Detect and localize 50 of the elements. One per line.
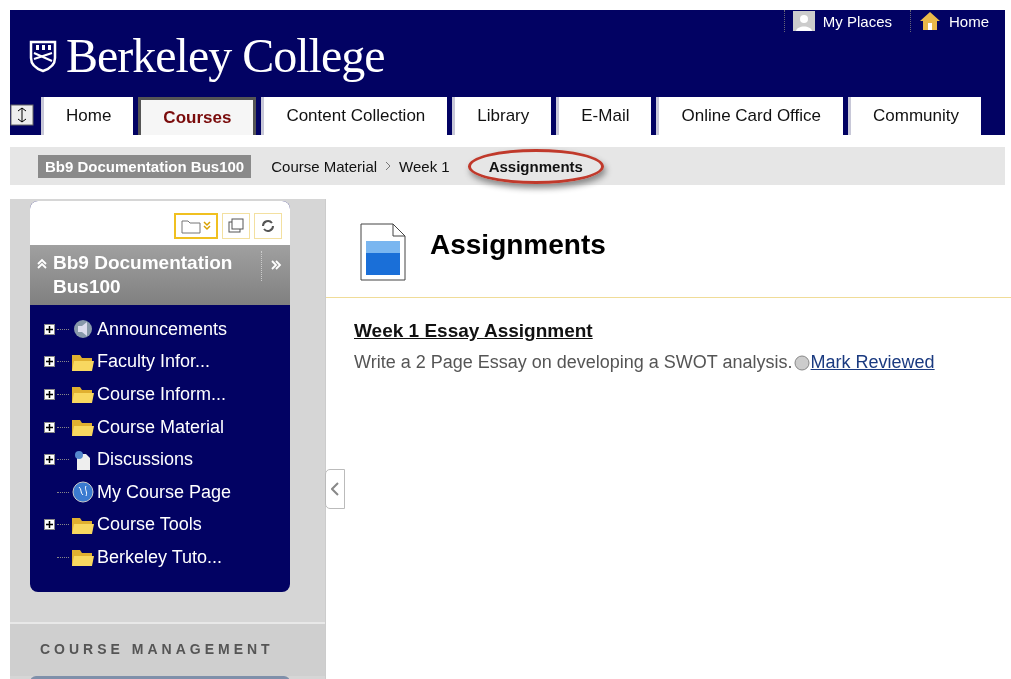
globe-icon: [71, 481, 95, 504]
collapse-icon[interactable]: [36, 258, 48, 270]
chevron-icon: [331, 482, 339, 496]
menu-item[interactable]: Course Material: [97, 416, 225, 438]
chevron-icon: [385, 161, 392, 171]
plus-icon[interactable]: [44, 356, 55, 368]
menu-item[interactable]: Course Inform...: [97, 384, 227, 405]
nav-tab[interactable]: Content Collection: [261, 97, 448, 135]
top-link[interactable]: Home: [910, 10, 997, 32]
current-crumb: Assignments: [467, 148, 604, 184]
circle-icon: [793, 354, 810, 371]
top-link[interactable]: My Places: [783, 10, 900, 32]
collapse-button[interactable]: [325, 469, 345, 509]
nav-tab[interactable]: Courses: [138, 97, 257, 135]
refresh-icon[interactable]: [254, 213, 282, 239]
nav-tab[interactable]: E-Mail: [556, 97, 652, 135]
speaker-icon: [71, 319, 95, 340]
mark-reviewed-link[interactable]: Mark Reviewed: [810, 352, 935, 373]
shield-icon: [28, 38, 58, 73]
assignment-description: Write a 2 Page Essay on developing a SWOT analysis.: [354, 352, 793, 373]
person-icon: [792, 11, 815, 31]
breadcrumb-link[interactable]: Course Material: [271, 157, 378, 175]
breadcrumb-link[interactable]: Week 1: [399, 157, 450, 175]
assignment-link[interactable]: Week 1 Essay Assignment: [354, 320, 593, 341]
plus-icon[interactable]: [44, 519, 55, 531]
nav-tab[interactable]: Online Card Office: [656, 97, 843, 135]
page-title: Assignments: [430, 229, 606, 261]
plus-icon[interactable]: [44, 323, 55, 335]
menu-item[interactable]: Course Tools: [97, 514, 202, 536]
plus-icon[interactable]: [44, 389, 55, 400]
menu-item[interactable]: Berkeley Tuto...: [97, 546, 223, 568]
nav-tab[interactable]: Library: [452, 97, 552, 135]
menu-item[interactable]: Faculty Infor...: [97, 351, 211, 373]
resize-icon[interactable]: [10, 104, 34, 126]
course-menu-title[interactable]: Bb9 Documentation Bus100: [53, 251, 248, 299]
menu-item[interactable]: Discussions: [97, 449, 194, 471]
section-heading: COURSE MANAGEMENT: [40, 640, 274, 657]
menu-item[interactable]: Announcements: [97, 318, 228, 340]
expand-icon[interactable]: [270, 259, 282, 271]
folder-icon: [71, 384, 95, 405]
college-logo: Berkeley College: [66, 28, 385, 83]
folder-icon: [71, 417, 95, 438]
document-icon: [360, 223, 406, 281]
nav-tab[interactable]: Community: [848, 97, 981, 135]
folder-icon: [71, 547, 95, 568]
menu-item[interactable]: My Course Page: [97, 481, 232, 503]
plus-icon[interactable]: [44, 421, 55, 433]
house-icon: [919, 11, 941, 31]
nav-tab[interactable]: Home: [41, 97, 134, 135]
plus-icon[interactable]: [44, 454, 55, 466]
